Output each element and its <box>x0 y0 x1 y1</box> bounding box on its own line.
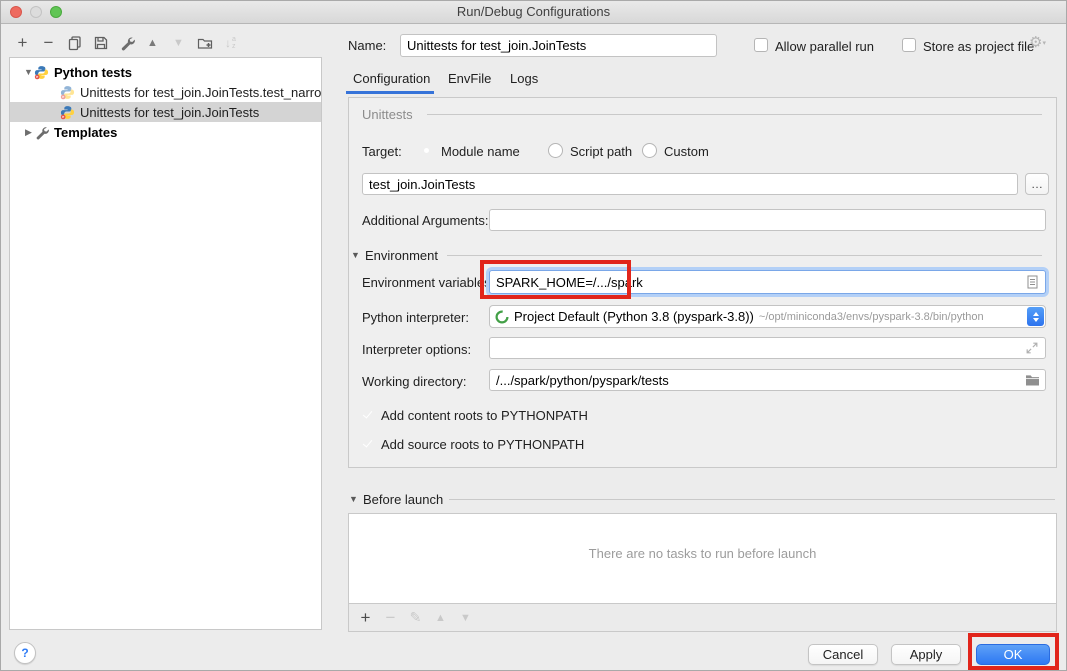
save-configuration-icon[interactable] <box>92 34 109 52</box>
environment-section-collapse-icon[interactable]: ▼ <box>351 250 360 260</box>
before-launch-empty-text: There are no tasks to run before launch <box>349 546 1056 561</box>
group-divider <box>427 114 1042 115</box>
before-launch-title: Before launch <box>363 492 443 507</box>
browse-folder-icon[interactable] <box>1025 373 1040 391</box>
title-bar: Run/Debug Configurations <box>1 1 1066 24</box>
name-label: Name: <box>348 38 386 53</box>
apply-button[interactable]: Apply <box>891 644 961 665</box>
target-label: Target: <box>362 144 402 159</box>
radio-custom-label: Custom <box>664 144 709 159</box>
radio-script-path[interactable] <box>548 143 563 158</box>
browse-module-button[interactable]: … <box>1025 173 1049 195</box>
ok-button[interactable]: OK <box>976 644 1050 665</box>
environment-divider <box>447 255 1042 256</box>
tree-item-unittest-jointests-selected[interactable]: Unittests for test_join.JoinTests <box>10 102 321 122</box>
before-launch-panel: There are no tasks to run before launch … <box>348 513 1057 632</box>
move-task-up-icon[interactable]: ▲ <box>432 609 449 627</box>
before-launch-collapse-icon[interactable]: ▼ <box>349 494 358 504</box>
environment-variables-input[interactable] <box>489 270 1046 294</box>
add-content-roots-label: Add content roots to PYTHONPATH <box>381 408 588 423</box>
working-directory-label: Working directory: <box>362 374 467 389</box>
module-name-input[interactable] <box>362 173 1018 195</box>
templates-wrench-icon <box>34 125 49 140</box>
tab-configuration[interactable]: Configuration <box>353 71 430 86</box>
environment-section-title: Environment <box>365 248 438 263</box>
allow-parallel-run-checkbox[interactable] <box>754 38 768 52</box>
tree-item-label: Templates <box>54 125 117 140</box>
tree-item-templates[interactable]: ▶ Templates <box>10 122 321 142</box>
tab-envfile[interactable]: EnvFile <box>448 71 491 86</box>
python-interpreter-label: Python interpreter: <box>362 310 469 325</box>
remove-task-icon[interactable]: − <box>382 609 399 627</box>
python-tests-icon <box>34 65 49 80</box>
configuration-panel: Unittests Target: Module name Script pat… <box>348 97 1057 468</box>
help-button[interactable]: ? <box>14 642 36 664</box>
radio-custom[interactable] <box>642 143 657 158</box>
interpreter-value: Project Default (Python 3.8 (pyspark-3.8… <box>514 309 754 324</box>
working-directory-input[interactable] <box>489 369 1046 391</box>
unittests-group-title: Unittests <box>362 107 413 122</box>
additional-arguments-input[interactable] <box>489 209 1046 231</box>
configurations-tree: ▼ Python tests Unittests for test_join.J… <box>9 57 322 630</box>
store-as-project-file-checkbox[interactable] <box>902 38 916 52</box>
tree-item-label: Unittests for test_join.JoinTests.test_n… <box>80 85 322 100</box>
expand-field-icon[interactable] <box>1025 341 1039 360</box>
tree-item-unittest-narrow[interactable]: Unittests for test_join.JoinTests.test_n… <box>10 82 321 102</box>
python-interpreter-dropdown[interactable]: Project Default (Python 3.8 (pyspark-3.8… <box>489 305 1046 328</box>
browse-variables-icon[interactable] <box>1027 275 1038 294</box>
add-task-icon[interactable]: + <box>357 609 374 627</box>
configurations-toolbar: + − ▲ ▼ ↓ az <box>14 33 239 53</box>
before-launch-toolbar: + − ✎ ▲ ▼ <box>349 603 1056 631</box>
run-debug-configurations-dialog: Run/Debug Configurations + − ▲ ▼ ↓ az ▼ <box>0 0 1067 671</box>
interpreter-path: ~/opt/miniconda3/envs/pyspark-3.8/bin/py… <box>759 311 984 323</box>
chevron-down-icon[interactable]: ▼ <box>23 67 34 77</box>
window-title: Run/Debug Configurations <box>1 4 1066 19</box>
radio-script-path-label: Script path <box>570 144 632 159</box>
store-options-gear-icon[interactable]: ⚙ ▾ <box>1029 35 1046 50</box>
interpreter-options-label: Interpreter options: <box>362 342 471 357</box>
store-as-project-file-label: Store as project file <box>923 39 1034 54</box>
conda-env-icon <box>495 310 509 324</box>
before-launch-divider <box>449 499 1055 500</box>
cancel-button[interactable]: Cancel <box>808 644 878 665</box>
add-configuration-icon[interactable]: + <box>14 34 31 52</box>
active-tab-indicator <box>346 91 434 94</box>
edit-task-icon[interactable]: ✎ <box>407 609 424 627</box>
move-up-icon[interactable]: ▲ <box>144 34 161 52</box>
copy-configuration-icon[interactable] <box>66 34 83 52</box>
sort-configurations-icon[interactable]: ↓ az <box>222 34 239 52</box>
environment-variables-label: Environment variables: <box>362 275 494 290</box>
additional-arguments-label: Additional Arguments: <box>362 213 488 228</box>
interpreter-options-input[interactable] <box>489 337 1046 359</box>
python-run-config-icon <box>60 85 75 100</box>
chevron-right-icon[interactable]: ▶ <box>23 127 34 138</box>
tree-item-label: Unittests for test_join.JoinTests <box>80 105 259 120</box>
move-task-down-icon[interactable]: ▼ <box>457 609 474 627</box>
edit-templates-wrench-icon[interactable] <box>118 34 135 52</box>
python-run-config-icon <box>60 105 75 120</box>
tree-item-python-tests[interactable]: ▼ Python tests <box>10 62 321 82</box>
tab-logs[interactable]: Logs <box>510 71 538 86</box>
allow-parallel-run-label: Allow parallel run <box>775 39 874 54</box>
question-mark-icon: ? <box>21 646 28 660</box>
move-down-icon[interactable]: ▼ <box>170 34 187 52</box>
tree-item-label: Python tests <box>54 65 132 80</box>
add-source-roots-label: Add source roots to PYTHONPATH <box>381 437 584 452</box>
dropdown-stepper-icon[interactable] <box>1027 307 1044 326</box>
remove-configuration-icon[interactable]: − <box>40 34 57 52</box>
create-folder-icon[interactable] <box>196 34 213 52</box>
radio-module-name-label: Module name <box>441 144 520 159</box>
name-input[interactable] <box>400 34 717 57</box>
